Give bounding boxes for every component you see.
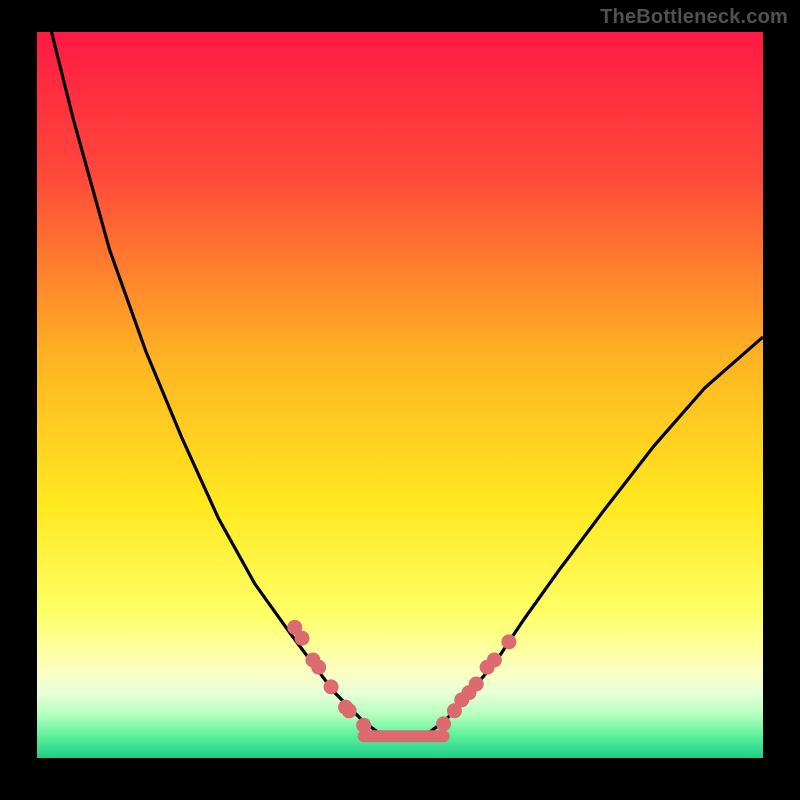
scatter-dot	[501, 634, 516, 649]
scatter-dot	[342, 703, 357, 718]
scatter-dot	[436, 716, 451, 731]
chart-background	[37, 32, 763, 758]
scatter-dot	[324, 679, 339, 694]
watermark-text: TheBottleneck.com	[600, 6, 788, 29]
scatter-dot	[469, 676, 484, 691]
chart-svg	[37, 32, 763, 758]
scatter-dot	[487, 652, 502, 667]
scatter-dot	[294, 631, 309, 646]
plot-area	[37, 32, 763, 758]
scatter-dot	[356, 718, 371, 733]
scatter-dot	[311, 660, 326, 675]
